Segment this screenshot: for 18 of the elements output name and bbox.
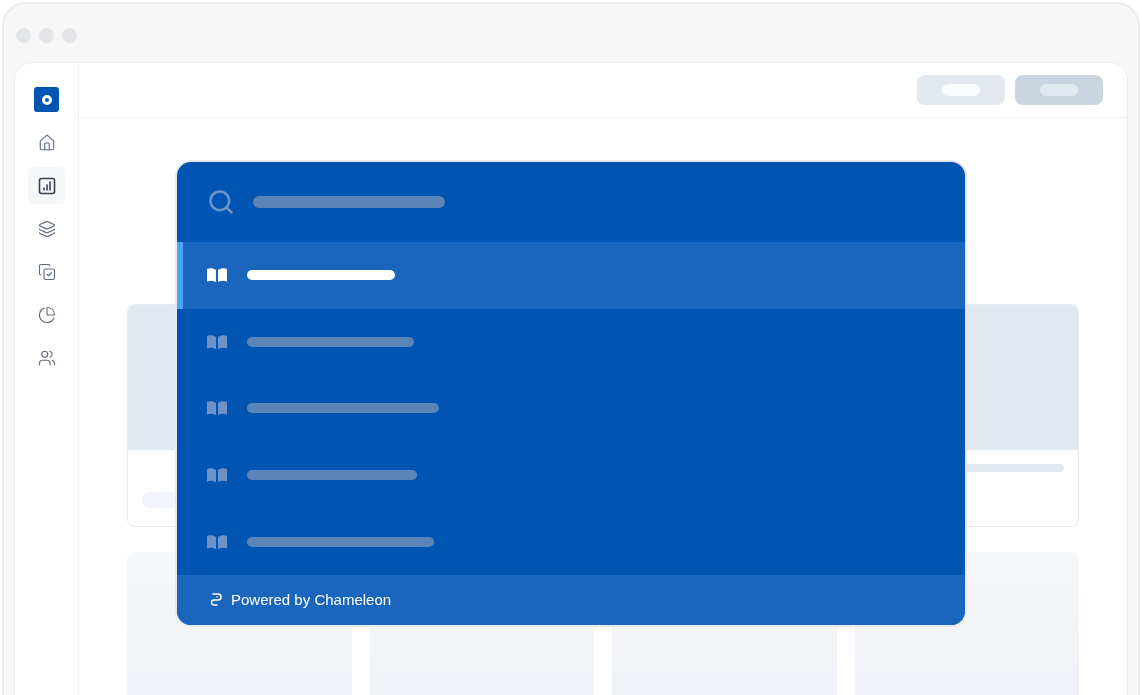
book-icon bbox=[207, 401, 227, 416]
powered-by-text: Powered by Chameleon bbox=[231, 589, 392, 610]
book-icon bbox=[207, 334, 227, 349]
chameleon-logo-icon bbox=[210, 592, 222, 608]
home-icon bbox=[37, 133, 56, 152]
copy-check-icon bbox=[37, 262, 56, 281]
book-icon bbox=[207, 268, 227, 283]
book-icon bbox=[207, 534, 227, 549]
book-icon bbox=[207, 468, 227, 483]
pie-chart-icon bbox=[37, 305, 56, 324]
layers-icon bbox=[37, 219, 56, 238]
logo-icon bbox=[34, 87, 59, 112]
result-item[interactable] bbox=[177, 242, 965, 309]
sidebar-item[interactable] bbox=[28, 167, 65, 204]
chart-icon bbox=[37, 176, 56, 195]
search-field[interactable] bbox=[253, 196, 445, 208]
users-icon bbox=[37, 348, 56, 367]
search-icon bbox=[207, 188, 235, 216]
